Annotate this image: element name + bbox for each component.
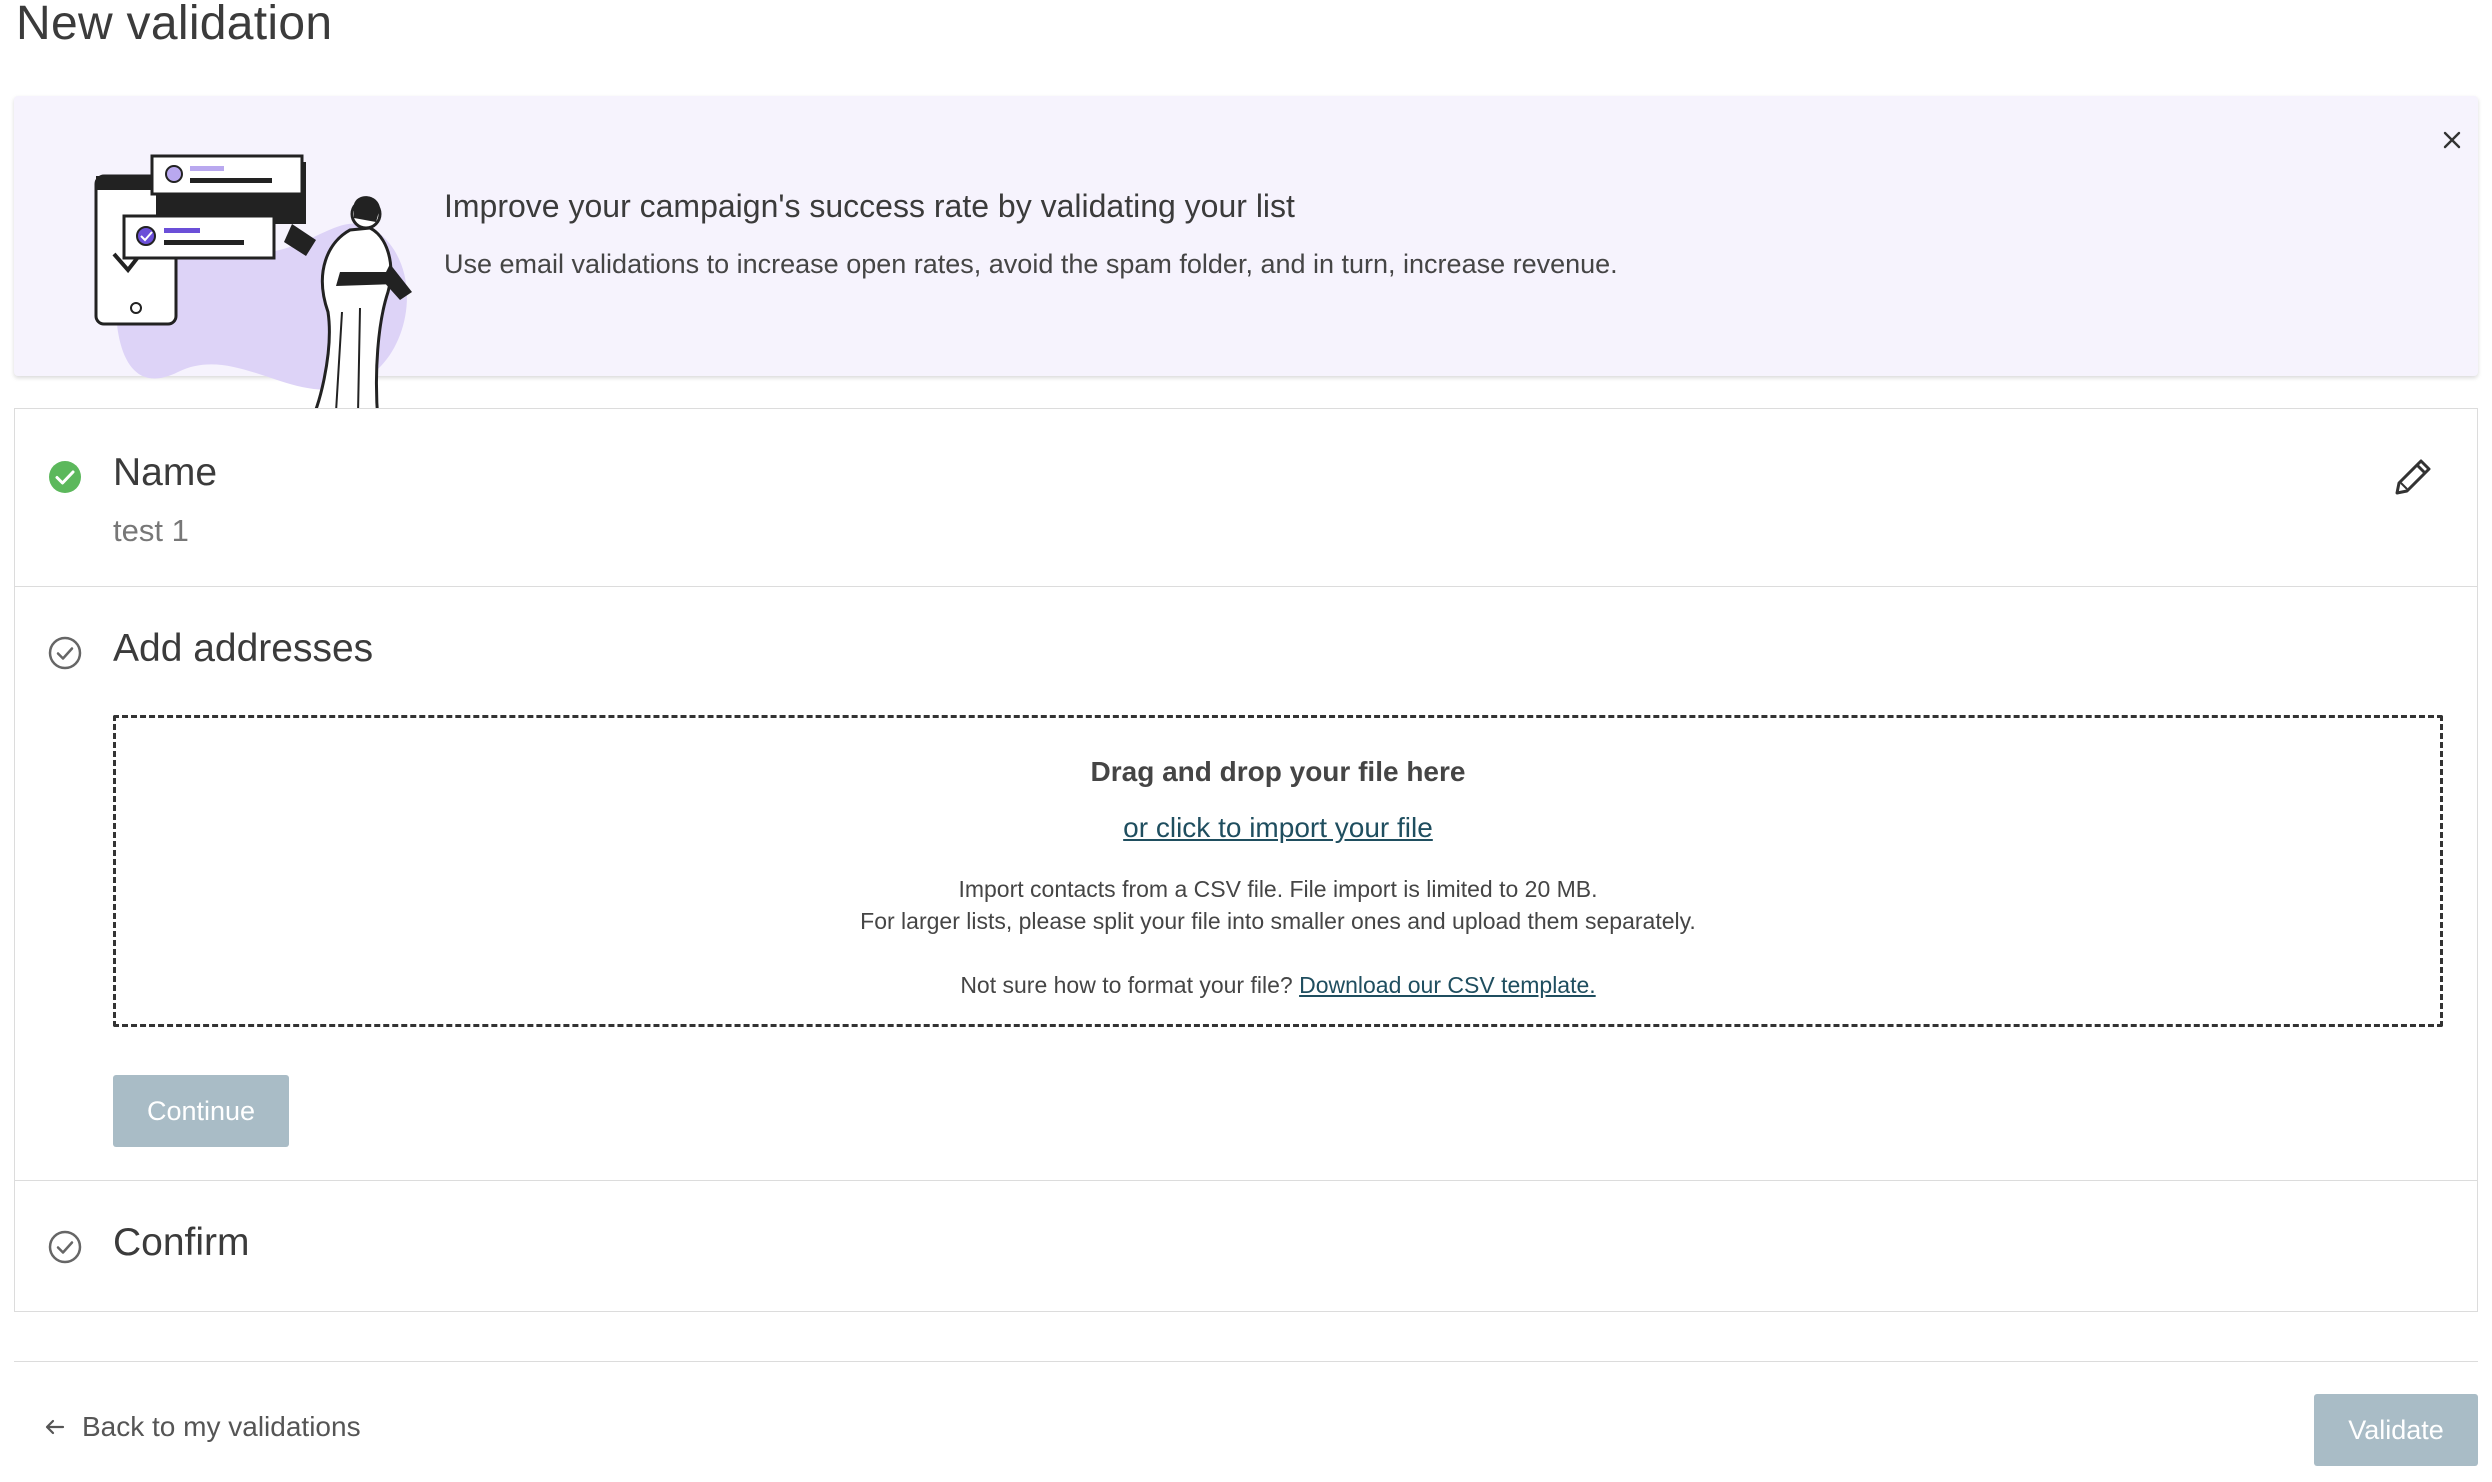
file-dropzone[interactable]: Drag and drop your file here or click to… (113, 715, 2443, 1027)
step-confirm: Confirm (15, 1181, 2477, 1311)
validation-illustration (78, 122, 424, 442)
dropzone-help-text: Not sure how to format your file? (960, 972, 1293, 998)
dropzone-info-line1: Import contacts from a CSV file. File im… (958, 876, 1598, 902)
check-circle-outline-icon (47, 635, 83, 671)
dropzone-help: Not sure how to format your file? Downlo… (116, 972, 2440, 999)
back-to-validations-link[interactable]: Back to my validations (44, 1411, 361, 1443)
check-circle-filled-icon (47, 459, 83, 495)
validation-steps: Name test 1 Add addresses Drag and drop … (14, 408, 2478, 1312)
step-add-addresses: Add addresses Drag and drop your file he… (15, 587, 2477, 1181)
footer-divider (14, 1361, 2478, 1362)
promo-banner: Improve your campaign's success rate by … (14, 96, 2478, 431)
validate-button[interactable]: Validate (2314, 1394, 2478, 1466)
dropzone-title: Drag and drop your file here (1090, 756, 1466, 787)
step-title: Confirm (113, 1221, 250, 1264)
page-title: New validation (16, 0, 333, 50)
step-name-value: test 1 (113, 513, 189, 548)
dropzone-info-line2: For larger lists, please split your file… (860, 908, 1696, 934)
page: New validation Improve your campaign's s… (0, 0, 2492, 1482)
arrow-left-icon (44, 1416, 66, 1438)
step-name: Name test 1 (15, 409, 2477, 587)
continue-button[interactable]: Continue (113, 1075, 289, 1147)
banner-headline: Improve your campaign's success rate by … (444, 188, 1295, 224)
download-csv-template-link[interactable]: Download our CSV template. (1299, 972, 1596, 998)
import-file-link[interactable]: or click to import your file (1123, 812, 1433, 843)
pencil-icon[interactable] (2391, 455, 2435, 499)
step-title: Add addresses (113, 627, 374, 670)
back-link-label: Back to my validations (82, 1411, 361, 1442)
close-icon[interactable] (2432, 120, 2472, 160)
step-title: Name (113, 451, 218, 494)
banner-description: Use email validations to increase open r… (444, 249, 1618, 279)
check-circle-outline-icon (47, 1229, 83, 1265)
